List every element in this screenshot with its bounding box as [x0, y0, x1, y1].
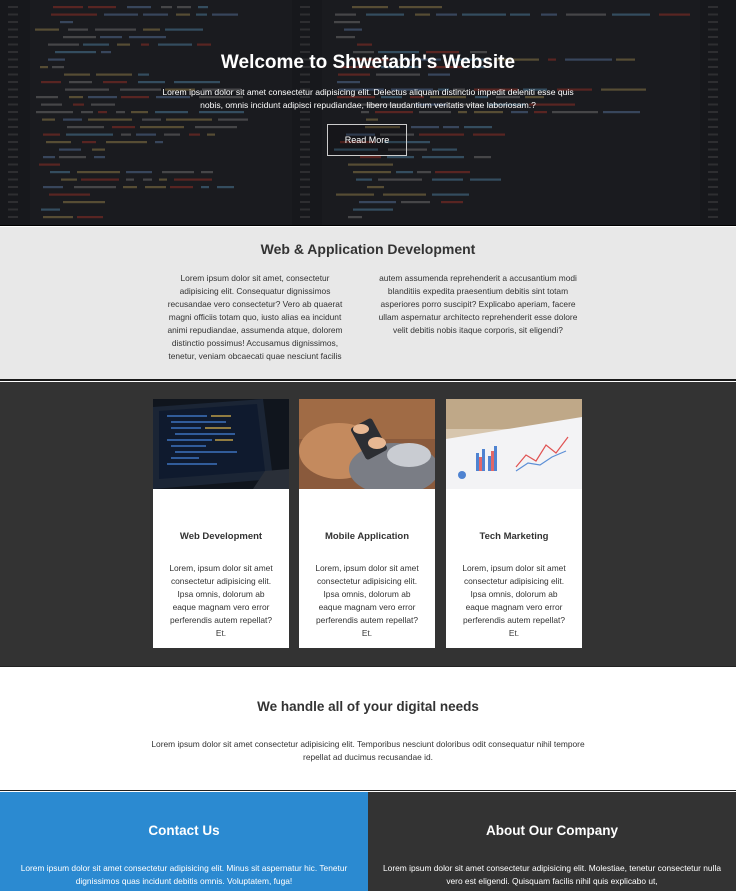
needs-text: Lorem ipsum dolor sit amet consectetur a…	[151, 739, 585, 762]
about-section: About Our Company Lorem ipsum dolor sit …	[368, 792, 736, 891]
digital-needs-section: We handle all of your digital needs Lore…	[0, 666, 736, 791]
laptop-code-image	[153, 399, 289, 489]
about-title: About Our Company	[486, 823, 618, 838]
service-title: Web Development	[179, 531, 263, 542]
service-text: Lorem, ipsum dolor sit amet consectetur …	[462, 563, 566, 638]
contact-title: Contact Us	[148, 823, 220, 838]
service-title: Tech Marketing	[479, 531, 549, 542]
marketing-charts-image	[446, 399, 582, 489]
development-section: Web & Application Development Lorem ipsu…	[0, 227, 736, 381]
about-text: Lorem ipsum dolor sit amet consectetur a…	[383, 863, 721, 886]
read-more-button[interactable]: Read More	[327, 124, 407, 156]
hero-text: Lorem ipsum dolor sit amet consectetur a…	[162, 87, 574, 110]
service-text: Lorem, ipsum dolor sit amet consectetur …	[315, 563, 419, 638]
service-card-tech-marketing[interactable]: Tech Marketing Lorem, ipsum dolor sit am…	[446, 399, 582, 648]
hero-overlay	[0, 0, 736, 225]
hero-section: Welcome to Shwetabh's Website Lorem ipsu…	[0, 0, 736, 226]
development-title: Web & Application Development	[260, 241, 476, 257]
service-card-mobile-application[interactable]: Mobile Application Lorem, ipsum dolor si…	[299, 399, 435, 648]
service-card-web-development[interactable]: Web Development Lorem, ipsum dolor sit a…	[153, 399, 289, 648]
development-text-right: autem assumenda reprehenderit a accusant…	[378, 273, 578, 335]
service-title: Mobile Application	[324, 531, 410, 542]
phone-in-hands-image	[299, 399, 435, 489]
hero-title: Welcome to Shwetabh's Website	[220, 52, 516, 73]
service-text: Lorem, ipsum dolor sit amet consectetur …	[169, 563, 273, 638]
services-section: Web Development Lorem, ipsum dolor sit a…	[0, 382, 736, 666]
contact-section: Contact Us Lorem ipsum dolor sit amet co…	[0, 792, 368, 891]
needs-title: We handle all of your digital needs	[257, 699, 479, 714]
development-text-left: Lorem ipsum dolor sit amet, consectetur …	[167, 273, 343, 361]
contact-text: Lorem ipsum dolor sit amet consectetur a…	[20, 863, 348, 886]
